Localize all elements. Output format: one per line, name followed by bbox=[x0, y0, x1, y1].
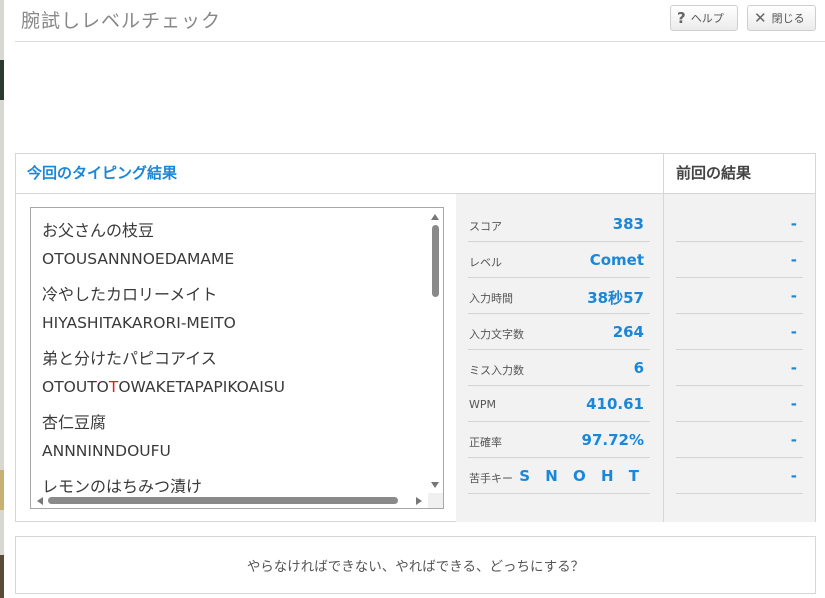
stat-value: S N O H T bbox=[519, 467, 644, 485]
stat-row-level: レベル Comet bbox=[468, 243, 650, 278]
typed-text-list[interactable]: お父さんの枝豆 OTOUSANNNOEDAMAME 冷やしたカロリーメイト HI… bbox=[30, 207, 444, 509]
entry-romaji: HIYASHITAKARORI-MEITO bbox=[42, 314, 236, 332]
stat-label: WPM bbox=[469, 398, 497, 411]
prev-value: - bbox=[790, 215, 797, 233]
prev-value: - bbox=[790, 431, 797, 449]
prev-value: - bbox=[790, 323, 797, 341]
stat-row-misses: ミス入力数 6 bbox=[468, 351, 650, 386]
list-item: 杏仁豆腐 ANNNINNDOUFU bbox=[42, 412, 171, 462]
stat-label: 入力文字数 bbox=[469, 328, 524, 341]
question-icon: ? bbox=[677, 9, 686, 27]
prev-value: - bbox=[790, 359, 797, 377]
romaji-correct: OWAKETAPAPIKOAISU bbox=[118, 378, 285, 396]
list-item: 冷やしたカロリーメイト HIYASHITAKARORI-MEITO bbox=[42, 284, 236, 334]
prev-row-score: - bbox=[676, 207, 803, 242]
close-button-label: 閉じる bbox=[771, 12, 805, 25]
romaji-error-char: T bbox=[108, 378, 119, 396]
entry-japanese: 弟と分けたパピコアイス bbox=[42, 349, 217, 368]
stat-value: 97.72% bbox=[581, 431, 644, 449]
stat-label: ミス入力数 bbox=[469, 364, 524, 377]
window-title: 腕試しレベルチェック bbox=[21, 10, 222, 32]
stat-row-accuracy: 正確率 97.72% bbox=[468, 423, 650, 458]
stat-row-weak-keys: 苦手キー S N O H T bbox=[468, 459, 650, 494]
prev-row-weak-keys: - bbox=[676, 459, 803, 494]
prev-row-wpm: - bbox=[676, 387, 803, 422]
scroll-right-icon[interactable] bbox=[416, 497, 422, 505]
stat-row-wpm: WPM 410.61 bbox=[468, 387, 650, 422]
list-item: お父さんの枝豆 OTOUSANNNOEDAMAME bbox=[42, 220, 234, 270]
entry-romaji: OTOUSANNNOEDAMAME bbox=[42, 250, 235, 268]
scroll-down-icon[interactable] bbox=[431, 482, 439, 488]
stat-label: スコア bbox=[469, 220, 502, 233]
prev-row-time: - bbox=[676, 279, 803, 314]
motivation-message: やらなければできない、やればできる、どっちにする？ bbox=[15, 536, 816, 594]
result-panel: 今回のタイピング結果 前回の結果 お父さんの枝豆 OTOUSANNNOEDAMA… bbox=[15, 153, 816, 522]
stat-row-time: 入力時間 38秒57 bbox=[468, 279, 650, 314]
help-button[interactable]: ? ヘルプ bbox=[670, 5, 738, 31]
stat-value: 6 bbox=[633, 359, 644, 377]
prev-row-chars: - bbox=[676, 315, 803, 350]
prev-value: - bbox=[790, 395, 797, 413]
prev-row-misses: - bbox=[676, 351, 803, 386]
stat-label: 入力時間 bbox=[469, 292, 513, 305]
stat-label: 正確率 bbox=[469, 436, 502, 449]
horizontal-scrollbar[interactable] bbox=[31, 493, 430, 508]
stat-row-score: スコア 383 bbox=[468, 207, 650, 242]
stat-value: 383 bbox=[612, 215, 644, 233]
entry-japanese: お父さんの枝豆 bbox=[42, 221, 155, 240]
entry-romaji: ANNNINNDOUFU bbox=[42, 442, 171, 460]
vertical-scroll-thumb[interactable] bbox=[432, 225, 439, 297]
entry-japanese: 冷やしたカロリーメイト bbox=[42, 285, 218, 304]
stat-value: 38秒57 bbox=[587, 289, 644, 307]
vertical-scrollbar[interactable] bbox=[428, 208, 443, 495]
prev-row-accuracy: - bbox=[676, 423, 803, 458]
header-divider bbox=[15, 41, 825, 42]
prev-value: - bbox=[790, 287, 797, 305]
stat-value: 264 bbox=[612, 323, 644, 341]
list-item: 弟と分けたパピコアイス OTOUTOTOWAKETAPAPIKOAISU bbox=[42, 348, 285, 398]
horizontal-scroll-thumb[interactable] bbox=[48, 497, 398, 504]
scroll-left-icon[interactable] bbox=[37, 497, 43, 505]
stat-value: Comet bbox=[589, 251, 644, 269]
background-strip bbox=[0, 0, 4, 598]
stat-label: レベル bbox=[469, 256, 502, 269]
previous-result-title: 前回の結果 bbox=[676, 164, 752, 182]
close-button[interactable]: ✕ 閉じる bbox=[747, 5, 816, 31]
prev-value: - bbox=[790, 467, 797, 485]
stat-value: 410.61 bbox=[586, 395, 644, 413]
romaji-correct: OTOUTO bbox=[42, 378, 109, 396]
prev-row-level: - bbox=[676, 243, 803, 278]
stat-label: 苦手キー bbox=[469, 472, 513, 485]
help-button-label: ヘルプ bbox=[690, 12, 724, 25]
motivation-text: やらなければできない、やればできる、どっちにする？ bbox=[246, 559, 585, 575]
current-result-title: 今回のタイピング結果 bbox=[27, 164, 178, 182]
stat-row-chars: 入力文字数 264 bbox=[468, 315, 650, 350]
entry-japanese: 杏仁豆腐 bbox=[42, 413, 107, 432]
entry-romaji: OTOUTOTOWAKETAPAPIKOAISU bbox=[42, 376, 285, 398]
close-icon: ✕ bbox=[754, 9, 767, 27]
prev-value: - bbox=[790, 251, 797, 269]
scroll-up-icon[interactable] bbox=[431, 214, 439, 220]
